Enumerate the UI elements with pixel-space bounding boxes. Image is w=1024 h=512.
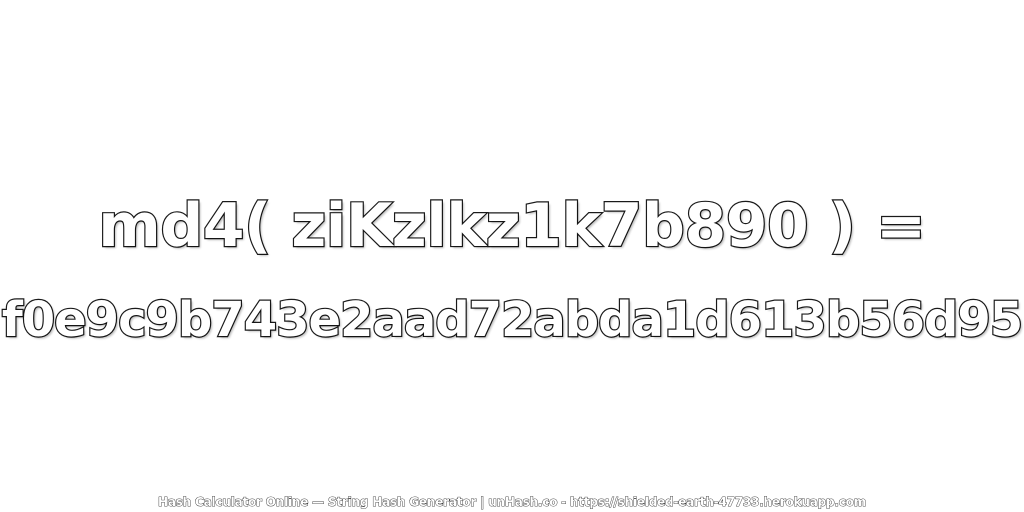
hash-expression: md4( ziKzlkz1k7b890 ) = xyxy=(97,190,927,262)
hash-result: f0e9c9b743e2aad72abda1d613b56d95 xyxy=(1,291,1024,349)
footer-credit: Hash Calculator Online — String Hash Gen… xyxy=(157,495,867,510)
